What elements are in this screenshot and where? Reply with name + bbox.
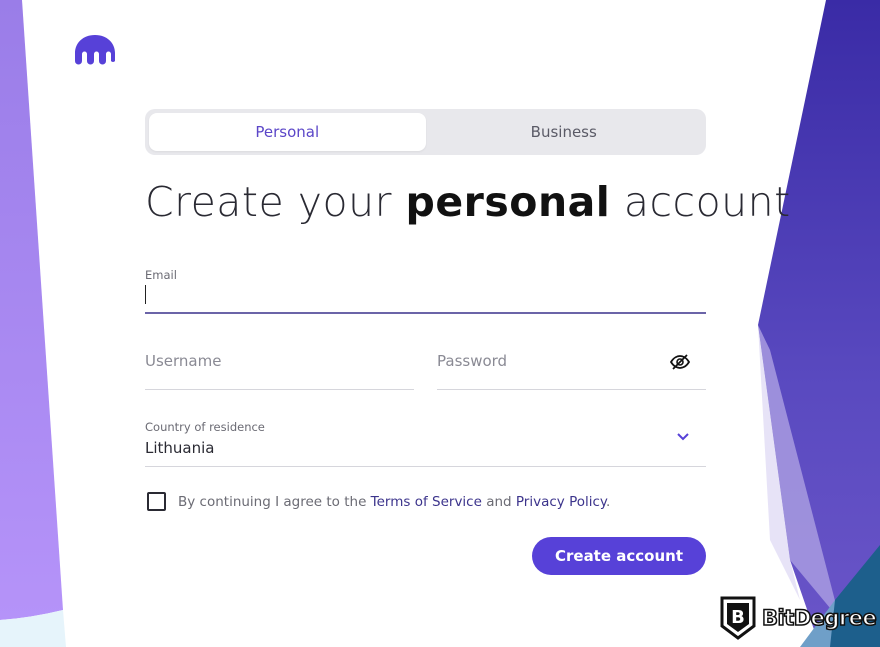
left-purple-band: [0, 0, 63, 620]
tab-personal[interactable]: Personal: [149, 113, 426, 151]
svg-text:B: B: [731, 607, 745, 628]
kraken-logo-icon: [75, 35, 115, 65]
bitdegree-watermark: B BitDegree: [720, 596, 878, 640]
tab-business[interactable]: Business: [426, 113, 703, 151]
privacy-policy-link[interactable]: Privacy Policy: [516, 494, 606, 510]
title-part-1: Create your: [145, 178, 406, 226]
bitdegree-shield-icon: B: [720, 596, 756, 640]
username-underline: [145, 389, 414, 390]
username-field[interactable]: Username: [145, 345, 414, 390]
consent-text-after: .: [605, 493, 611, 510]
country-select[interactable]: Country of residence Lithuania: [145, 418, 706, 467]
page-title: Create your personal account: [145, 178, 790, 226]
text-caret: [145, 285, 146, 304]
username-placeholder: Username: [145, 352, 222, 370]
password-placeholder: Password: [437, 352, 508, 370]
email-field[interactable]: Email: [145, 265, 706, 314]
country-underline: [145, 466, 706, 467]
title-part-2: account: [610, 178, 791, 226]
bitdegree-label: BitDegree: [761, 605, 877, 631]
account-type-tabs: Personal Business: [145, 109, 706, 155]
create-account-button[interactable]: Create account: [532, 537, 706, 575]
terms-of-service-link[interactable]: Terms of Service: [371, 494, 482, 510]
email-underline: [145, 312, 706, 314]
email-label: Email: [145, 268, 177, 282]
country-value: Lithuania: [145, 439, 215, 457]
terms-consent: By continuing I agree to the Terms of Se…: [147, 492, 610, 511]
consent-text: By continuing I agree to the Terms of Se…: [178, 494, 610, 510]
terms-checkbox[interactable]: [147, 492, 166, 511]
consent-text-before: By continuing I agree to the: [178, 493, 371, 510]
password-underline: [437, 389, 706, 390]
consent-text-mid: and: [481, 493, 516, 510]
title-emphasis: personal: [405, 178, 611, 226]
password-field[interactable]: Password: [437, 345, 706, 390]
country-label: Country of residence: [145, 420, 265, 434]
chevron-down-icon[interactable]: [676, 432, 690, 442]
eye-slash-icon[interactable]: [669, 353, 691, 371]
background-decoration: [0, 0, 880, 647]
